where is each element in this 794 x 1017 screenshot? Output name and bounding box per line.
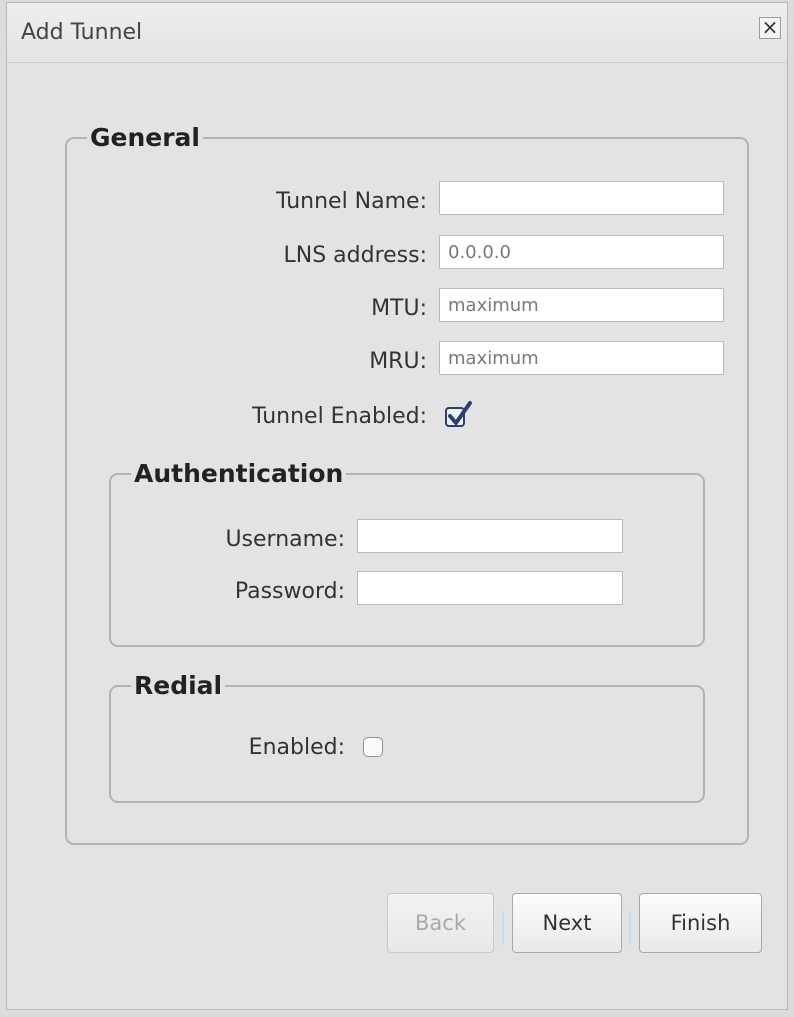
redial-section: Redial: [109, 671, 705, 803]
username-input[interactable]: [357, 519, 623, 553]
finish-button[interactable]: Finish: [639, 893, 762, 953]
redial-enabled-label: Enabled:: [248, 735, 345, 760]
tunnel-enabled-checkbox[interactable]: [445, 401, 472, 427]
mru-input[interactable]: [439, 341, 724, 375]
password-label: Password:: [234, 579, 345, 604]
tunnel-enabled-label: Tunnel Enabled:: [252, 404, 427, 429]
mtu-label: MTU:: [371, 296, 427, 321]
general-legend: General: [90, 123, 200, 152]
add-tunnel-dialog: Add Tunnel × General Tunnel Name: LNS ad…: [6, 2, 788, 1010]
button-separator: [629, 911, 631, 945]
button-separator: [502, 911, 504, 945]
checkmark-icon: [448, 401, 472, 425]
dialog-title: Add Tunnel: [21, 20, 143, 45]
lns-address-input[interactable]: [439, 235, 724, 269]
next-button[interactable]: Next: [512, 893, 622, 953]
mru-label: MRU:: [369, 349, 427, 374]
close-icon[interactable]: ×: [759, 17, 781, 39]
mtu-input[interactable]: [439, 288, 724, 322]
dialog-titlebar[interactable]: Add Tunnel ×: [7, 3, 787, 63]
redial-enabled-checkbox[interactable]: [363, 737, 383, 757]
tunnel-name-label: Tunnel Name:: [276, 189, 427, 214]
authentication-section: Authentication: [109, 459, 705, 647]
lns-address-label: LNS address:: [283, 243, 427, 268]
username-label: Username:: [225, 527, 345, 552]
redial-legend: Redial: [134, 671, 223, 700]
password-input[interactable]: [357, 571, 623, 605]
authentication-legend: Authentication: [134, 459, 344, 488]
back-button[interactable]: Back: [387, 893, 494, 953]
tunnel-name-input[interactable]: [439, 181, 724, 215]
